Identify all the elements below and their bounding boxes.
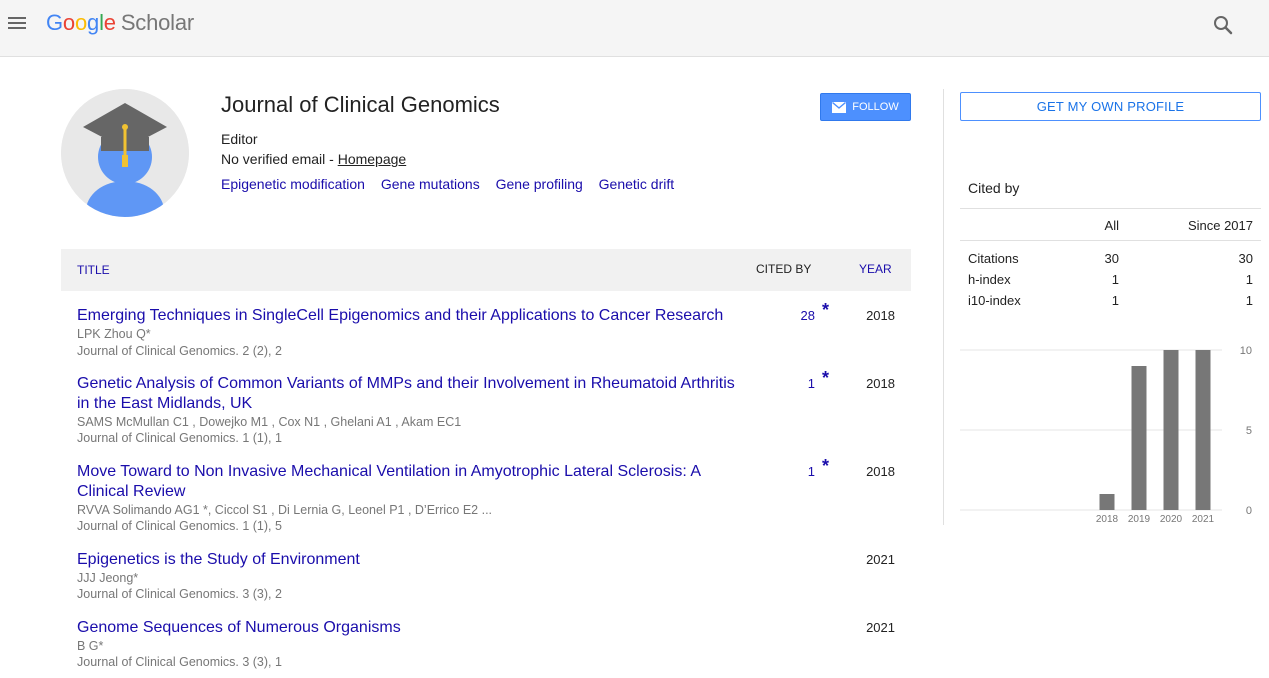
cited-by-table: All Since 2017 Citations 30 30 h-index 1… bbox=[960, 208, 1261, 308]
envelope-icon bbox=[832, 101, 847, 113]
article-authors: JJJ Jeong* bbox=[77, 571, 139, 585]
article-authors: B G* bbox=[77, 639, 104, 653]
y-tick-label: 5 bbox=[1246, 425, 1252, 437]
y-tick-label: 10 bbox=[1240, 345, 1252, 357]
cited-by-count-link[interactable]: 1 bbox=[808, 464, 815, 479]
x-tick-label: 2020 bbox=[1160, 514, 1183, 525]
article-year: 2021 bbox=[866, 552, 895, 567]
metric-since: 1 bbox=[1245, 293, 1253, 308]
chart-bar[interactable] bbox=[1131, 366, 1147, 510]
research-interests: Epigenetic modification Gene mutations G… bbox=[221, 176, 686, 192]
merged-citations-star[interactable]: * bbox=[822, 300, 829, 321]
hamburger-menu-icon[interactable] bbox=[7, 14, 29, 34]
metric-all: 1 bbox=[1111, 293, 1119, 308]
google-scholar-logo[interactable]: Google Scholar bbox=[46, 10, 194, 36]
graduate-avatar-icon bbox=[61, 89, 189, 217]
article-authors: LPK Zhou Q* bbox=[77, 327, 151, 341]
homepage-link[interactable]: Homepage bbox=[338, 151, 407, 167]
cited-by-table-header: All Since 2017 bbox=[960, 209, 1261, 241]
chart-bar[interactable] bbox=[1195, 350, 1211, 510]
article-title-link[interactable]: Genetic Analysis of Common Variants of M… bbox=[77, 374, 747, 414]
x-tick-label: 2019 bbox=[1128, 514, 1151, 525]
citations-chart-svg: 10 5 0 2018 2019 2020 2021 bbox=[960, 345, 1252, 525]
follow-button[interactable]: FOLLOW bbox=[820, 93, 911, 121]
cited-by-count-link[interactable]: 28 bbox=[801, 308, 815, 323]
logo-scholar-text: Scholar bbox=[120, 10, 195, 35]
article-venue: Journal of Clinical Genomics. 3 (3), 1 bbox=[77, 655, 282, 669]
col-all-header: All bbox=[1104, 218, 1119, 233]
chart-bar[interactable] bbox=[1163, 350, 1179, 510]
interest-link[interactable]: Gene profiling bbox=[496, 176, 583, 192]
profile-name: Journal of Clinical Genomics bbox=[221, 92, 500, 117]
merged-citations-star[interactable]: * bbox=[822, 456, 829, 477]
article-venue: Journal of Clinical Genomics. 2 (2), 2 bbox=[77, 344, 282, 358]
article-year: 2018 bbox=[866, 308, 895, 323]
interest-link[interactable]: Epigenetic modification bbox=[221, 176, 365, 192]
article-venue: Journal of Clinical Genomics. 3 (3), 2 bbox=[77, 587, 282, 601]
citations-row: Citations 30 30 bbox=[960, 241, 1261, 266]
cited-by-title: Cited by bbox=[968, 180, 1020, 196]
article-year: 2018 bbox=[866, 464, 895, 479]
article-year: 2018 bbox=[866, 376, 895, 391]
profile-email-line: No verified email - Homepage bbox=[221, 151, 406, 167]
article-title-link[interactable]: Genome Sequences of Numerous Organisms bbox=[77, 618, 747, 638]
sort-by-title-header[interactable]: TITLE bbox=[77, 263, 110, 277]
article-title-link[interactable]: Move Toward to Non Invasive Mechanical V… bbox=[77, 462, 747, 502]
interest-link[interactable]: Gene mutations bbox=[381, 176, 480, 192]
article-authors: RVVA Solimando AG1 *, Ciccol S1 , Di Ler… bbox=[77, 503, 493, 517]
top-bar: Google Scholar bbox=[0, 0, 1269, 57]
interest-link[interactable]: Genetic drift bbox=[599, 176, 674, 192]
i10-index-row: i10-index 1 1 bbox=[960, 283, 1261, 308]
col-since-header: Since 2017 bbox=[1187, 218, 1253, 233]
merged-citations-star[interactable]: * bbox=[822, 368, 829, 389]
article-venue: Journal of Clinical Genomics. 1 (1), 5 bbox=[77, 519, 282, 533]
article-venue: Journal of Clinical Genomics. 1 (1), 1 bbox=[77, 431, 282, 445]
get-my-own-profile-button[interactable]: GET MY OWN PROFILE bbox=[960, 92, 1261, 121]
profile-affiliation: Editor bbox=[221, 131, 258, 147]
avatar bbox=[61, 89, 189, 217]
articles-table-header: TITLE CITED BY YEAR bbox=[61, 249, 911, 291]
article-title-link[interactable]: Emerging Techniques in SingleCell Epigen… bbox=[77, 306, 747, 326]
article-authors: SAMS McMullan C1 , Dowejko M1 , Cox N1 ,… bbox=[77, 415, 462, 429]
x-tick-label: 2021 bbox=[1192, 514, 1215, 525]
cited-by-header[interactable]: CITED BY bbox=[756, 262, 811, 276]
search-icon[interactable] bbox=[1212, 14, 1234, 36]
chart-bar[interactable] bbox=[1099, 494, 1115, 510]
cited-by-count-link[interactable]: 1 bbox=[808, 376, 815, 391]
follow-label: FOLLOW bbox=[852, 101, 899, 113]
article-year: 2021 bbox=[866, 620, 895, 635]
article-title-link[interactable]: Epigenetics is the Study of Environment bbox=[77, 550, 747, 570]
verified-email-text: No verified email - bbox=[221, 151, 338, 167]
citations-per-year-chart: 10 5 0 2018 2019 2020 2021 bbox=[960, 340, 1261, 530]
column-divider bbox=[943, 89, 944, 525]
metric-label[interactable]: i10-index bbox=[968, 293, 1021, 308]
sort-by-year-header[interactable]: YEAR bbox=[859, 262, 892, 276]
y-tick-label: 0 bbox=[1246, 505, 1252, 517]
x-tick-label: 2018 bbox=[1096, 514, 1119, 525]
h-index-row: h-index 1 1 bbox=[960, 262, 1261, 287]
